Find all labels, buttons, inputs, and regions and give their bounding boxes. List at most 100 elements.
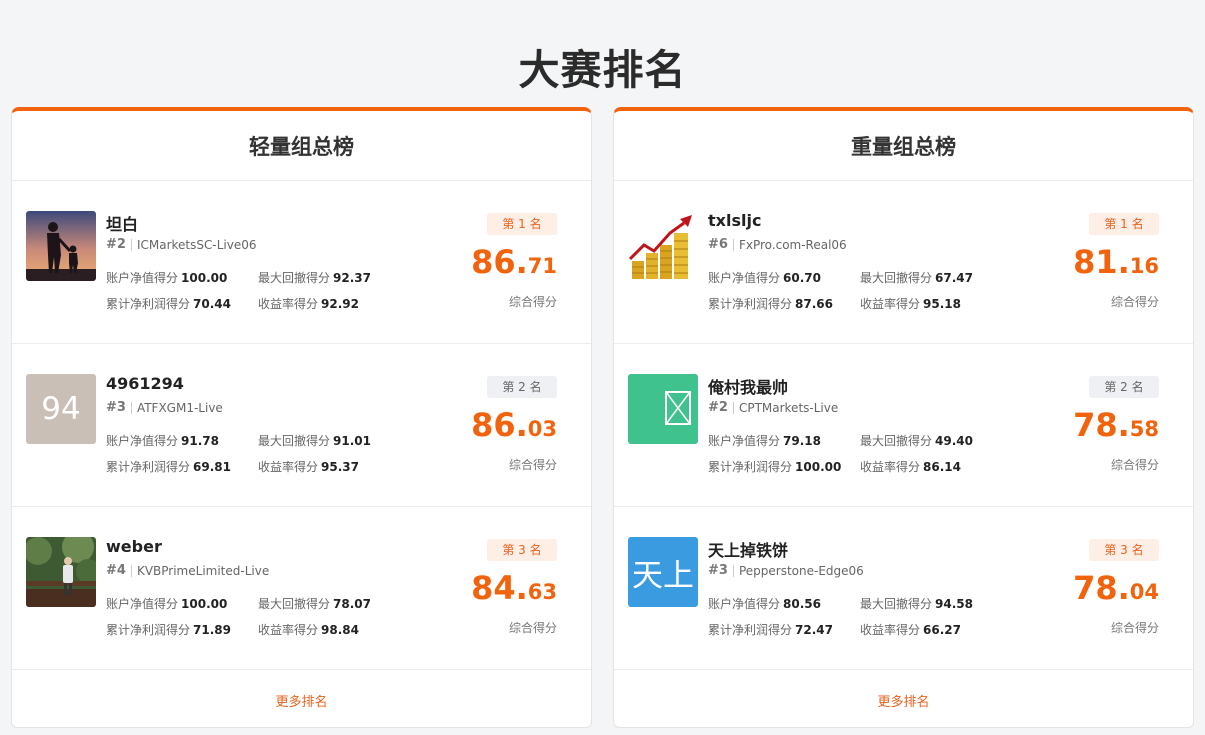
- score-decimal: 63: [527, 580, 557, 604]
- stat-equity: 账户净值得分 79.18: [708, 432, 860, 449]
- stat-equity: 账户净值得分 100.00: [106, 269, 258, 286]
- stat-label: 账户净值得分: [106, 434, 179, 448]
- stat-label: 累计净利润得分: [708, 297, 793, 311]
- stat-label: 收益率得分: [258, 623, 319, 637]
- gold-coins-photo-icon: [628, 211, 698, 281]
- stat-value: 67.47: [935, 271, 973, 285]
- composite-score: 78.58: [1073, 406, 1159, 444]
- score-integer: 81.: [1073, 243, 1130, 281]
- divider: [732, 564, 734, 577]
- stat-return: 收益率得分 95.18: [860, 295, 1018, 312]
- stat-equity: 账户净值得分 91.78: [106, 432, 258, 449]
- stat-drawdown: 最大回撤得分 49.40: [860, 432, 1018, 449]
- stat-value: 49.40: [935, 434, 973, 448]
- trader-name[interactable]: 天上掉铁饼: [708, 537, 788, 561]
- rank-number: #2: [708, 400, 728, 415]
- stat-label: 累计净利润得分: [106, 297, 191, 311]
- trader-name[interactable]: 4961294: [106, 374, 184, 393]
- stat-drawdown: 最大回撤得分 67.47: [860, 269, 1018, 286]
- rank-number: #3: [106, 400, 126, 415]
- score-decimal: 16: [1129, 254, 1159, 278]
- avatar[interactable]: 94: [26, 374, 96, 444]
- ranking-entry[interactable]: txlsljc #6 FxPro.com-Real06 账户净值得分 60.70 …: [614, 181, 1193, 344]
- rank-number: #6: [708, 237, 728, 252]
- stat-drawdown: 最大回撤得分 78.07: [258, 595, 416, 612]
- stat-return: 收益率得分 86.14: [860, 458, 1018, 475]
- avatar[interactable]: [628, 374, 698, 444]
- silhouette-photo-icon: [26, 211, 96, 281]
- ranking-entry[interactable]: 坦白 #2 ICMarketsSC-Live06 账户净值得分 100.00 最大…: [12, 181, 591, 344]
- score-integer: 84.: [471, 569, 528, 607]
- stat-label: 累计净利润得分: [106, 460, 191, 474]
- stat-label: 收益率得分: [860, 623, 921, 637]
- stat-value: 92.92: [321, 297, 359, 311]
- stat-value: 95.18: [923, 297, 961, 311]
- board-title: 重量组总榜: [614, 111, 1193, 181]
- stat-drawdown: 最大回撤得分 91.01: [258, 432, 416, 449]
- stat-value: 80.56: [783, 597, 821, 611]
- trader-name[interactable]: weber: [106, 537, 162, 556]
- stat-value: 70.44: [193, 297, 231, 311]
- avatar[interactable]: [26, 537, 96, 607]
- place-badge: 第 2 名: [487, 376, 557, 398]
- trader-name[interactable]: 俺村我最帅: [708, 374, 788, 398]
- stats-grid: 账户净值得分 80.56 最大回撤得分 94.58 累计净利润得分 72.47 收益率…: [708, 595, 1018, 638]
- trader-meta: #6 FxPro.com-Real06: [708, 237, 847, 252]
- stat-label: 收益率得分: [860, 297, 921, 311]
- trader-meta: #3 Pepperstone-Edge06: [708, 563, 864, 578]
- divider: [130, 238, 132, 251]
- stat-value: 71.89: [193, 623, 231, 637]
- ranking-entry[interactable]: weber #4 KVBPrimeLimited-Live 账户净值得分 100.…: [12, 507, 591, 670]
- stat-value: 92.37: [333, 271, 371, 285]
- score-label: 综合得分: [1110, 621, 1159, 635]
- stat-return: 收益率得分 66.27: [860, 621, 1018, 638]
- stats-grid: 账户净值得分 79.18 最大回撤得分 49.40 累计净利润得分 100.00 收益…: [708, 432, 1018, 475]
- stat-profit: 累计净利润得分 87.66: [708, 295, 860, 312]
- divider: [732, 238, 734, 251]
- stat-value: 91.78: [181, 434, 219, 448]
- score-integer: 78.: [1073, 569, 1130, 607]
- more-rankings-link[interactable]: 更多排名: [614, 670, 1193, 727]
- stat-profit: 累计净利润得分 100.00: [708, 458, 860, 475]
- rank-number: #3: [708, 563, 728, 578]
- composite-score: 84.63: [471, 569, 557, 607]
- stat-profit: 累计净利润得分 69.81: [106, 458, 258, 475]
- account-server: CPTMarkets-Live: [738, 400, 839, 415]
- divider: [732, 401, 734, 414]
- board-title: 轻量组总榜: [12, 111, 591, 181]
- trader-meta: #2 CPTMarkets-Live: [708, 400, 838, 415]
- stat-value: 91.01: [333, 434, 371, 448]
- stat-value: 69.81: [193, 460, 231, 474]
- stat-value: 100.00: [181, 271, 228, 285]
- composite-score: 86.71: [471, 243, 557, 281]
- stat-profit: 累计净利润得分 71.89: [106, 621, 258, 638]
- stat-label: 账户净值得分: [106, 271, 179, 285]
- stat-drawdown: 最大回撤得分 92.37: [258, 269, 416, 286]
- place-badge: 第 3 名: [487, 539, 557, 561]
- trader-meta: #3 ATFXGM1-Live: [106, 400, 223, 415]
- stats-grid: 账户净值得分 60.70 最大回撤得分 67.47 累计净利润得分 87.66 收益率…: [708, 269, 1018, 312]
- stat-value: 72.47: [795, 623, 833, 637]
- place-badge: 第 1 名: [487, 213, 557, 235]
- light-group-board: 轻量组总榜 坦白 #2 ICMarketsSC-Live06 账户净值得分 10…: [11, 107, 592, 728]
- avatar[interactable]: 天上: [628, 537, 698, 607]
- stat-value: 98.84: [321, 623, 359, 637]
- ranking-entry[interactable]: 天上 天上掉铁饼 #3 Pepperstone-Edge06 账户净值得分 80.…: [614, 507, 1193, 670]
- rank-number: #2: [106, 237, 126, 252]
- divider: [130, 401, 132, 414]
- avatar[interactable]: [26, 211, 96, 281]
- place-badge: 第 2 名: [1089, 376, 1159, 398]
- stat-label: 最大回撤得分: [258, 271, 331, 285]
- stat-value: 78.07: [333, 597, 371, 611]
- ranking-entry[interactable]: 94 4961294 #3 ATFXGM1-Live 账户净值得分 91.78 最…: [12, 344, 591, 507]
- trader-name[interactable]: txlsljc: [708, 211, 761, 230]
- garden-photo-icon: [26, 537, 96, 607]
- stat-label: 账户净值得分: [106, 597, 179, 611]
- trader-name[interactable]: 坦白: [106, 211, 138, 235]
- page-title: 大赛排名: [518, 46, 687, 94]
- more-rankings-link[interactable]: 更多排名: [12, 670, 591, 727]
- stats-grid: 账户净值得分 91.78 最大回撤得分 91.01 累计净利润得分 69.81 收益率…: [106, 432, 416, 475]
- stat-profit: 累计净利润得分 72.47: [708, 621, 860, 638]
- avatar[interactable]: [628, 211, 698, 281]
- ranking-entry[interactable]: 俺村我最帅 #2 CPTMarkets-Live 账户净值得分 79.18 最大回…: [614, 344, 1193, 507]
